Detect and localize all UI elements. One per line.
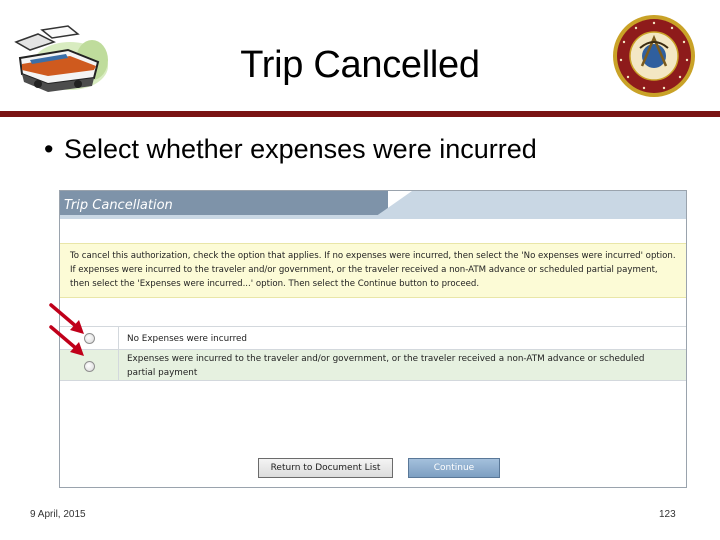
bullet-item: • Select whether expenses were incurred	[44, 134, 537, 165]
expenses-incurred-radio[interactable]	[84, 361, 95, 372]
usmc-seal-icon	[613, 15, 695, 97]
footer-date: 9 April, 2015	[30, 509, 86, 520]
page-number: 123	[659, 509, 676, 520]
red-arrow-icon	[49, 325, 84, 356]
option-row-no-expenses[interactable]: No Expenses were incurred	[60, 326, 686, 349]
expenses-incurred-label: Expenses were incurred to the traveler a…	[127, 354, 645, 378]
return-to-document-list-button[interactable]: Return to Document List	[258, 458, 393, 478]
screen-header: Trip Cancellation	[60, 191, 686, 219]
trip-cancellation-screen: Trip Cancellation To cancel this authori…	[59, 190, 687, 488]
bullet-dot: •	[44, 134, 54, 164]
continue-button[interactable]: Continue	[408, 458, 500, 478]
instructions-notice: To cancel this authorization, check the …	[60, 243, 686, 298]
title-divider	[0, 111, 720, 117]
option-row-expenses-incurred[interactable]: Expenses were incurred to the traveler a…	[60, 349, 686, 381]
no-expenses-label: No Expenses were incurred	[127, 334, 248, 344]
bullet-text: Select whether expenses were incurred	[64, 134, 537, 164]
screen-title: Trip Cancellation	[64, 198, 173, 213]
